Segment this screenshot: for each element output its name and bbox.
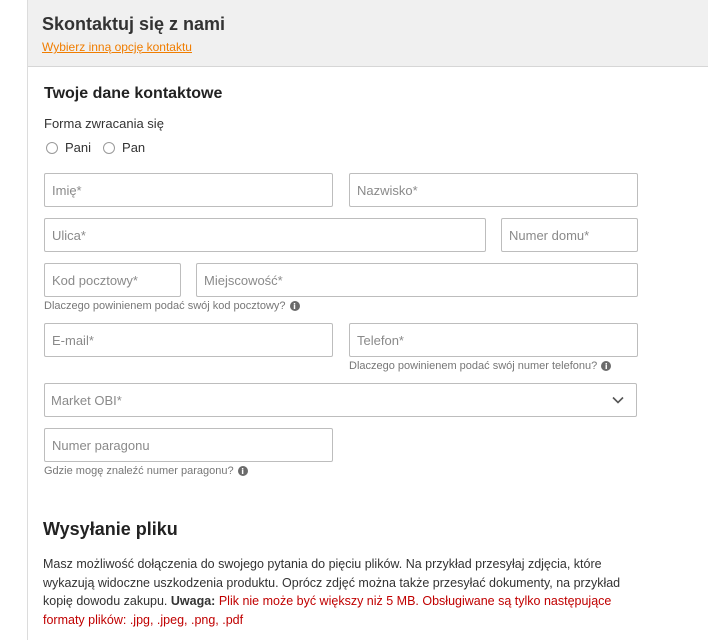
info-icon[interactable]: i	[237, 466, 248, 476]
file-upload-heading: Wysyłanie pliku	[43, 519, 178, 539]
panel-header: Skontaktuj się z nami Wybierz inną opcję…	[28, 0, 708, 67]
last-name-input[interactable]	[349, 173, 638, 207]
market-select-value: Market OBI*	[51, 393, 122, 408]
house-number-input[interactable]	[501, 218, 638, 252]
postal-code-input[interactable]	[44, 263, 181, 297]
city-input[interactable]	[196, 263, 638, 297]
info-icon[interactable]: i	[289, 301, 300, 311]
receipt-hint-text: Gdzie mogę znaleźć numer paragonu?	[44, 465, 234, 477]
postal-code-hint-text: Dlaczego powinienem podać swój kod poczt…	[44, 300, 286, 312]
phone-hint: Dlaczego powinienem podać swój numer tel…	[349, 360, 612, 372]
street-input[interactable]	[44, 218, 486, 252]
salutation-option-label: Pan	[122, 140, 146, 155]
upload-warning-label: Uwaga:	[170, 594, 216, 608]
salutation-label: Forma zwracania się	[44, 116, 164, 131]
contact-details-heading: Twoje dane kontaktowe	[44, 85, 223, 102]
contact-form-panel: Skontaktuj się z nami Wybierz inną opcję…	[27, 0, 708, 640]
radio-button-pan[interactable]	[103, 141, 116, 154]
salutation-option-pan[interactable]: Pan	[103, 140, 145, 155]
salutation-radio-group: Pani Pan	[46, 140, 157, 155]
other-contact-option-link[interactable]: Wybierz inną opcję kontaktu	[42, 40, 192, 54]
receipt-number-input[interactable]	[44, 428, 333, 462]
file-upload-description: Masz możliwość dołączenia do swojego pyt…	[43, 555, 643, 629]
postal-code-hint: Dlaczego powinienem podać swój kod poczt…	[44, 300, 300, 312]
chevron-down-icon	[612, 396, 624, 404]
phone-hint-text: Dlaczego powinienem podać swój numer tel…	[349, 360, 598, 372]
market-select[interactable]: Market OBI*	[44, 383, 637, 417]
salutation-option-label: Pani	[65, 140, 92, 155]
phone-input[interactable]	[349, 323, 638, 357]
info-icon[interactable]: i	[601, 361, 612, 371]
receipt-hint: Gdzie mogę znaleźć numer paragonu? i	[44, 465, 248, 477]
first-name-input[interactable]	[44, 173, 333, 207]
email-input[interactable]	[44, 323, 333, 357]
page-title: Skontaktuj się z nami	[42, 14, 226, 34]
salutation-option-pani[interactable]: Pani	[46, 140, 91, 155]
radio-button-pani[interactable]	[46, 141, 58, 154]
